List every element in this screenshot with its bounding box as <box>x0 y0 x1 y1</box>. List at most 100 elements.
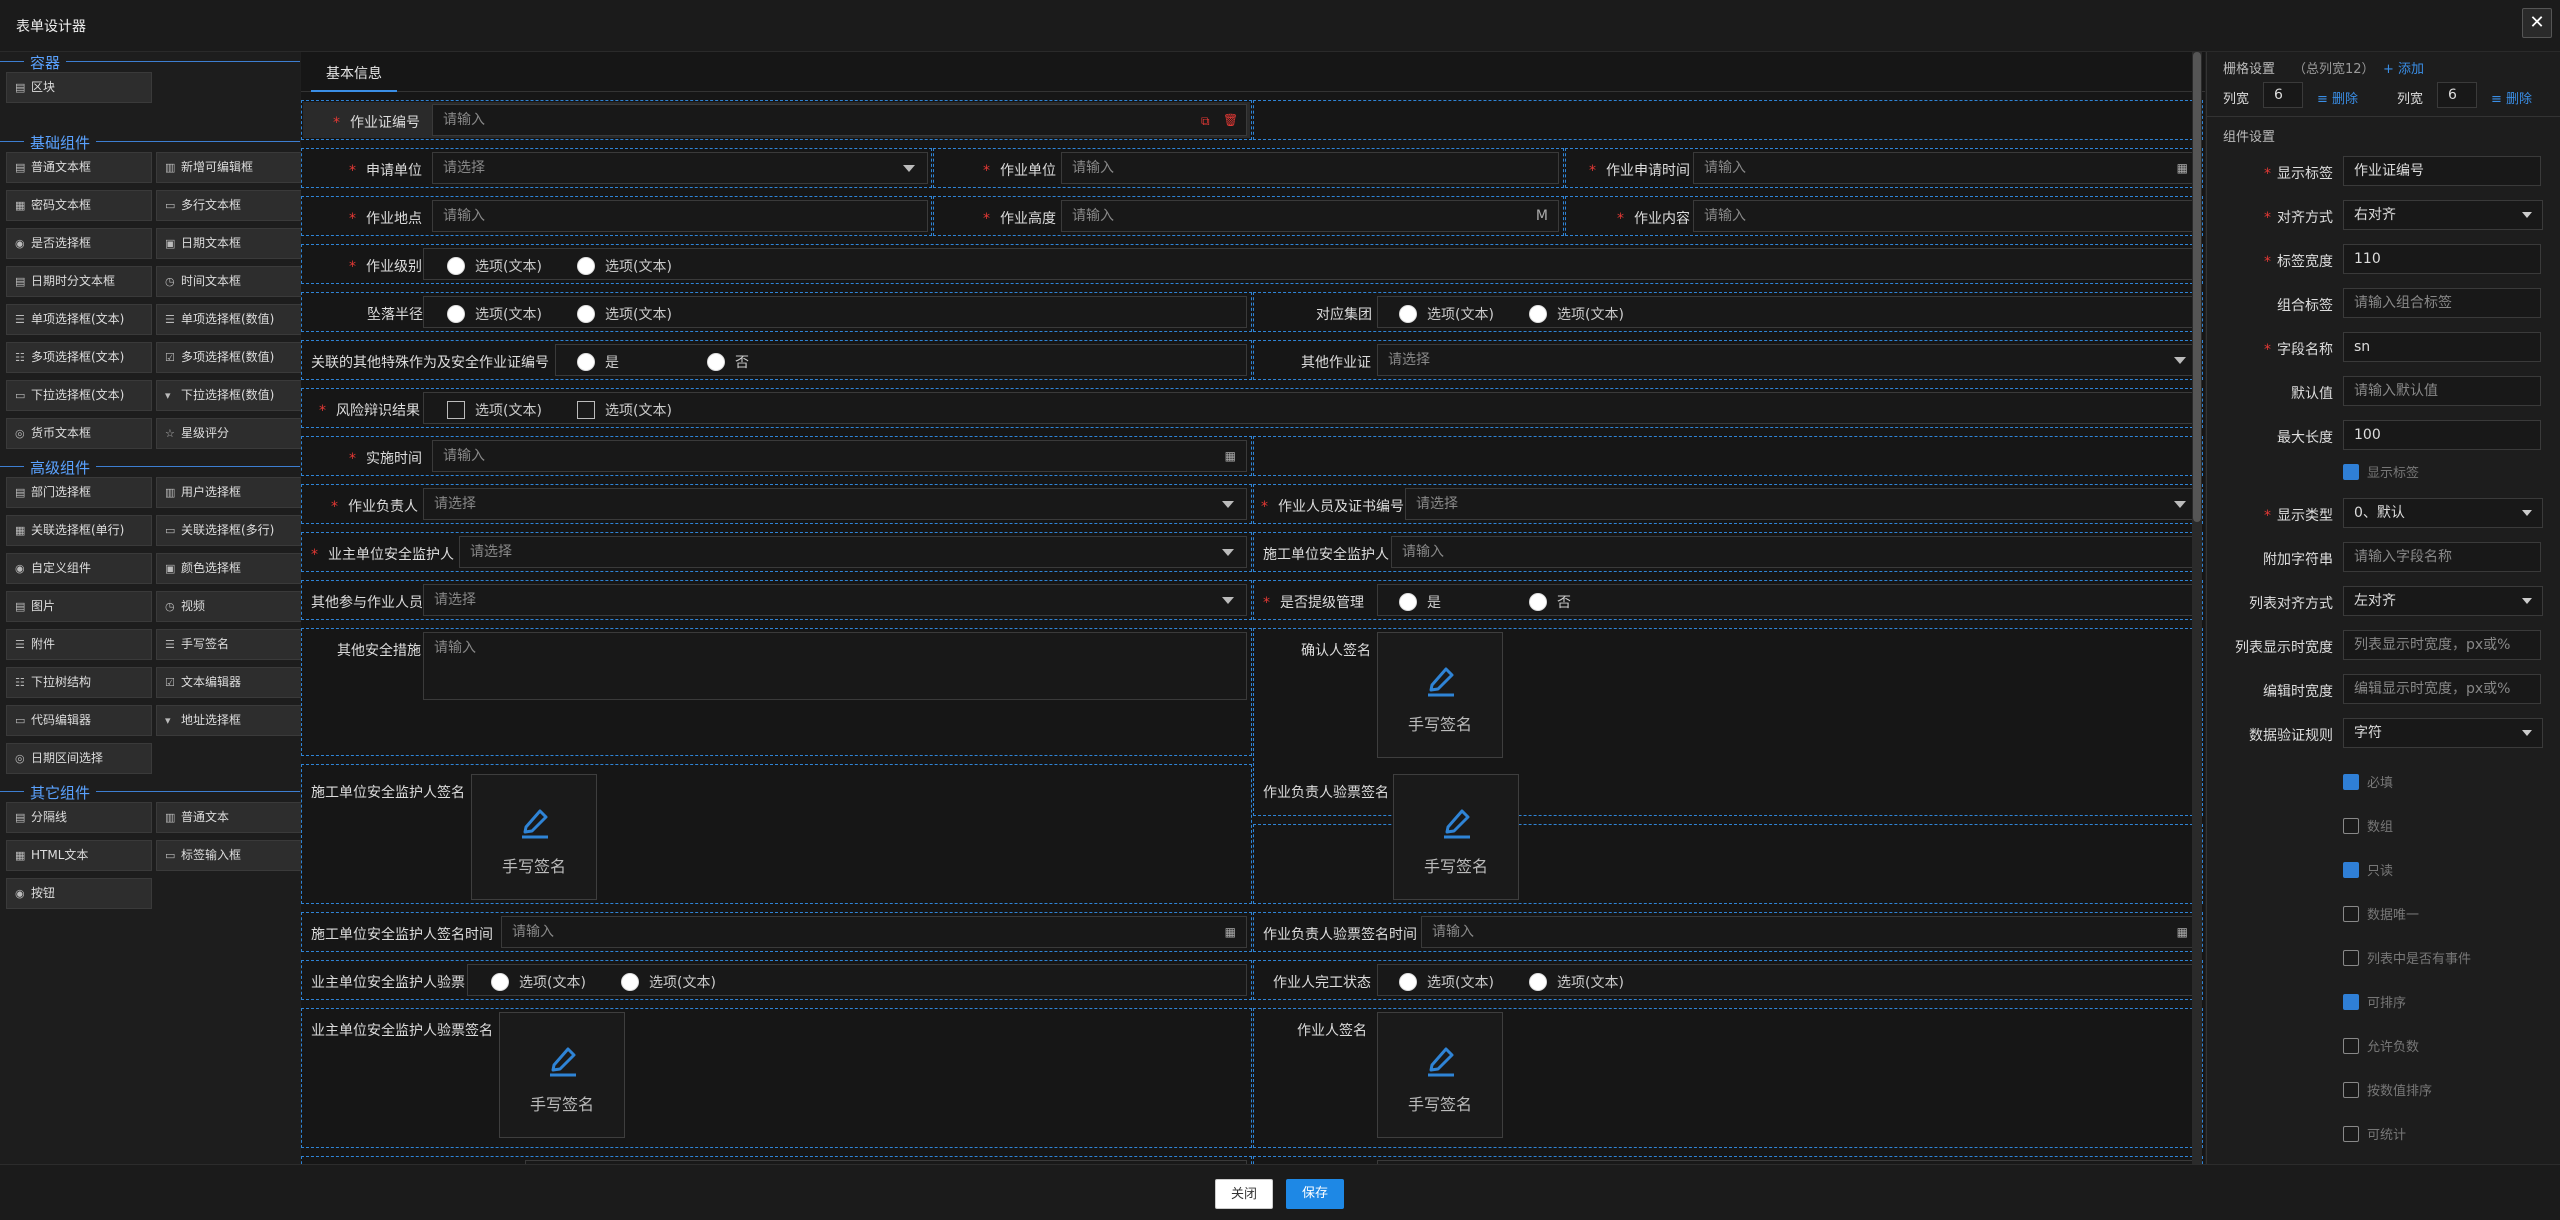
palette-item[interactable]: ▤ 部门选择框 <box>6 477 152 508</box>
construct-sign-time-input[interactable]: 请输入 ▦ <box>501 916 1247 948</box>
property-checkbox[interactable]: 列表中是否有事件 <box>2343 948 2471 967</box>
checkbox-icon[interactable] <box>2343 774 2359 790</box>
checkbox-icon[interactable] <box>2343 994 2359 1010</box>
property-input[interactable]: 编辑显示时宽度，px或% <box>2343 674 2541 704</box>
checkbox-icon[interactable] <box>2343 950 2359 966</box>
property-input[interactable]: 左对齐 <box>2343 586 2543 616</box>
owner-supervisor-select[interactable]: 请选择 <box>459 536 1247 568</box>
palette-item[interactable]: ▥ 新增可编辑框 <box>156 152 302 183</box>
radio-option[interactable]: 是 <box>1399 592 1441 612</box>
signature-pad[interactable]: 手写签名 <box>1393 774 1519 900</box>
palette-item[interactable]: ▾ 下拉选择框(数值) <box>156 380 302 411</box>
height-input[interactable]: 请输入 M <box>1061 200 1559 232</box>
checkbox-option[interactable]: 选项(文本) <box>447 400 542 420</box>
checkbox-icon[interactable] <box>2343 906 2359 922</box>
delete-icon[interactable]: 🗑 <box>1223 113 1238 127</box>
palette-item[interactable]: ▭ 关联选择框(多行) <box>156 515 302 546</box>
work-unit-input[interactable]: 请输入 <box>1061 152 1559 184</box>
property-checkbox[interactable]: 按数值排序 <box>2343 1080 2432 1099</box>
radio-option[interactable]: 选项(文本) <box>577 304 672 324</box>
other-measures-textarea[interactable]: 请输入 <box>423 632 1247 700</box>
property-checkbox[interactable]: 只读 <box>2343 860 2393 879</box>
checkbox-icon[interactable] <box>2343 818 2359 834</box>
palette-item[interactable]: ▦ 关联选择框(单行) <box>6 515 152 546</box>
palette-item[interactable]: ▤ 区块 <box>6 72 152 103</box>
property-input[interactable]: 请输入字段名称 <box>2343 542 2541 572</box>
palette-item[interactable]: ◉ 自定义组件 <box>6 553 152 584</box>
checkbox-icon[interactable] <box>577 401 595 419</box>
apply-time-input[interactable]: 请输入 ▦ <box>1693 152 2199 184</box>
palette-item[interactable]: ▥ 普通文本 <box>156 802 302 833</box>
property-input[interactable]: 右对齐 <box>2343 200 2543 230</box>
property-input[interactable]: 请输入组合标签 <box>2343 288 2541 318</box>
work-cert-no-input[interactable]: 请输入 <box>432 104 1247 136</box>
checkbox-icon[interactable] <box>2343 1082 2359 1098</box>
property-input[interactable]: 100 <box>2343 420 2541 450</box>
palette-item[interactable]: ▤ 日期时分文本框 <box>6 266 152 297</box>
property-input[interactable]: 110 <box>2343 244 2541 274</box>
radio-option[interactable]: 选项(文本) <box>577 256 672 276</box>
palette-item[interactable]: ◷ 时间文本框 <box>156 266 302 297</box>
risk-group[interactable] <box>423 392 2198 424</box>
radio-icon[interactable] <box>491 973 509 991</box>
radio-icon[interactable] <box>447 305 465 323</box>
palette-item[interactable]: ◎ 货币文本框 <box>6 418 152 449</box>
palette-item[interactable]: ☰ 手写签名 <box>156 629 302 660</box>
property-input[interactable]: 请输入默认值 <box>2343 376 2541 406</box>
radio-option[interactable]: 选项(文本) <box>491 972 586 992</box>
impl-time-input[interactable]: 请输入 ▦ <box>432 440 1247 472</box>
radio-option[interactable]: 否 <box>1529 592 1571 612</box>
location-input[interactable]: 请输入 <box>432 200 928 232</box>
radio-option[interactable]: 选项(文本) <box>447 304 542 324</box>
property-checkbox[interactable]: 数组 <box>2343 816 2393 835</box>
radio-option[interactable]: 选项(文本) <box>1529 304 1624 324</box>
radio-icon[interactable] <box>577 257 595 275</box>
palette-item[interactable]: ▣ 日期文本框 <box>156 228 302 259</box>
checkbox-icon[interactable] <box>2343 1126 2359 1142</box>
palette-item[interactable]: ☆ 星级评分 <box>156 418 302 449</box>
show-label-checkbox[interactable]: 显示标签 <box>2343 462 2419 481</box>
radio-option[interactable]: 选项(文本) <box>1399 972 1494 992</box>
property-checkbox[interactable]: 可排序 <box>2343 992 2406 1011</box>
checkbox-icon[interactable] <box>2343 464 2359 480</box>
palette-item[interactable]: ☰ 附件 <box>6 629 152 660</box>
leader-select[interactable]: 请选择 <box>423 488 1247 520</box>
radio-icon[interactable] <box>1399 593 1417 611</box>
palette-item[interactable]: ☑ 文本编辑器 <box>156 667 302 698</box>
radio-option[interactable]: 选项(文本) <box>1399 304 1494 324</box>
close-button[interactable]: 关闭 <box>1215 1179 1273 1209</box>
palette-item[interactable]: ▥ 用户选择框 <box>156 477 302 508</box>
radio-option[interactable]: 选项(文本) <box>621 972 716 992</box>
palette-item[interactable]: ▦ HTML文本 <box>6 840 152 871</box>
delete-column-button[interactable]: ≡ 删除 <box>2491 88 2532 107</box>
property-input[interactable]: sn <box>2343 332 2541 362</box>
radio-option[interactable]: 选项(文本) <box>1529 972 1624 992</box>
property-input[interactable]: 0、默认 <box>2343 498 2543 528</box>
checkbox-icon[interactable] <box>447 401 465 419</box>
property-input[interactable]: 字符 <box>2343 718 2543 748</box>
scrollbar-thumb[interactable] <box>2193 52 2201 522</box>
tab-basic-info[interactable]: 基本信息 <box>311 60 397 92</box>
palette-item[interactable]: ☷ 多项选择框(文本) <box>6 342 152 373</box>
palette-item[interactable]: ☷ 下拉树结构 <box>6 667 152 698</box>
palette-item[interactable]: ▦ 密码文本框 <box>6 190 152 221</box>
property-input[interactable]: 作业证编号 <box>2343 156 2541 186</box>
fall-radius-group[interactable] <box>423 296 1247 328</box>
checkbox-icon[interactable] <box>2343 862 2359 878</box>
palette-item[interactable]: ◉ 是否选择框 <box>6 228 152 259</box>
palette-item[interactable]: ▤ 分隔线 <box>6 802 152 833</box>
radio-icon[interactable] <box>447 257 465 275</box>
delete-column-button[interactable]: ≡ 删除 <box>2317 88 2358 107</box>
close-icon[interactable]: ✕ <box>2522 8 2552 38</box>
canvas-scrollbar[interactable] <box>2192 52 2202 1164</box>
worker-cert-select[interactable]: 请选择 <box>1405 488 2199 520</box>
palette-item[interactable]: ▤ 图片 <box>6 591 152 622</box>
palette-item[interactable]: ◷ 视频 <box>156 591 302 622</box>
radio-option[interactable]: 选项(文本) <box>447 256 542 276</box>
radio-icon[interactable] <box>577 353 595 371</box>
palette-item[interactable]: ▭ 多行文本框 <box>156 190 302 221</box>
radio-icon[interactable] <box>1399 973 1417 991</box>
signature-pad[interactable]: 手写签名 <box>471 774 597 900</box>
radio-icon[interactable] <box>707 353 725 371</box>
save-button[interactable]: 保存 <box>1286 1179 1344 1209</box>
